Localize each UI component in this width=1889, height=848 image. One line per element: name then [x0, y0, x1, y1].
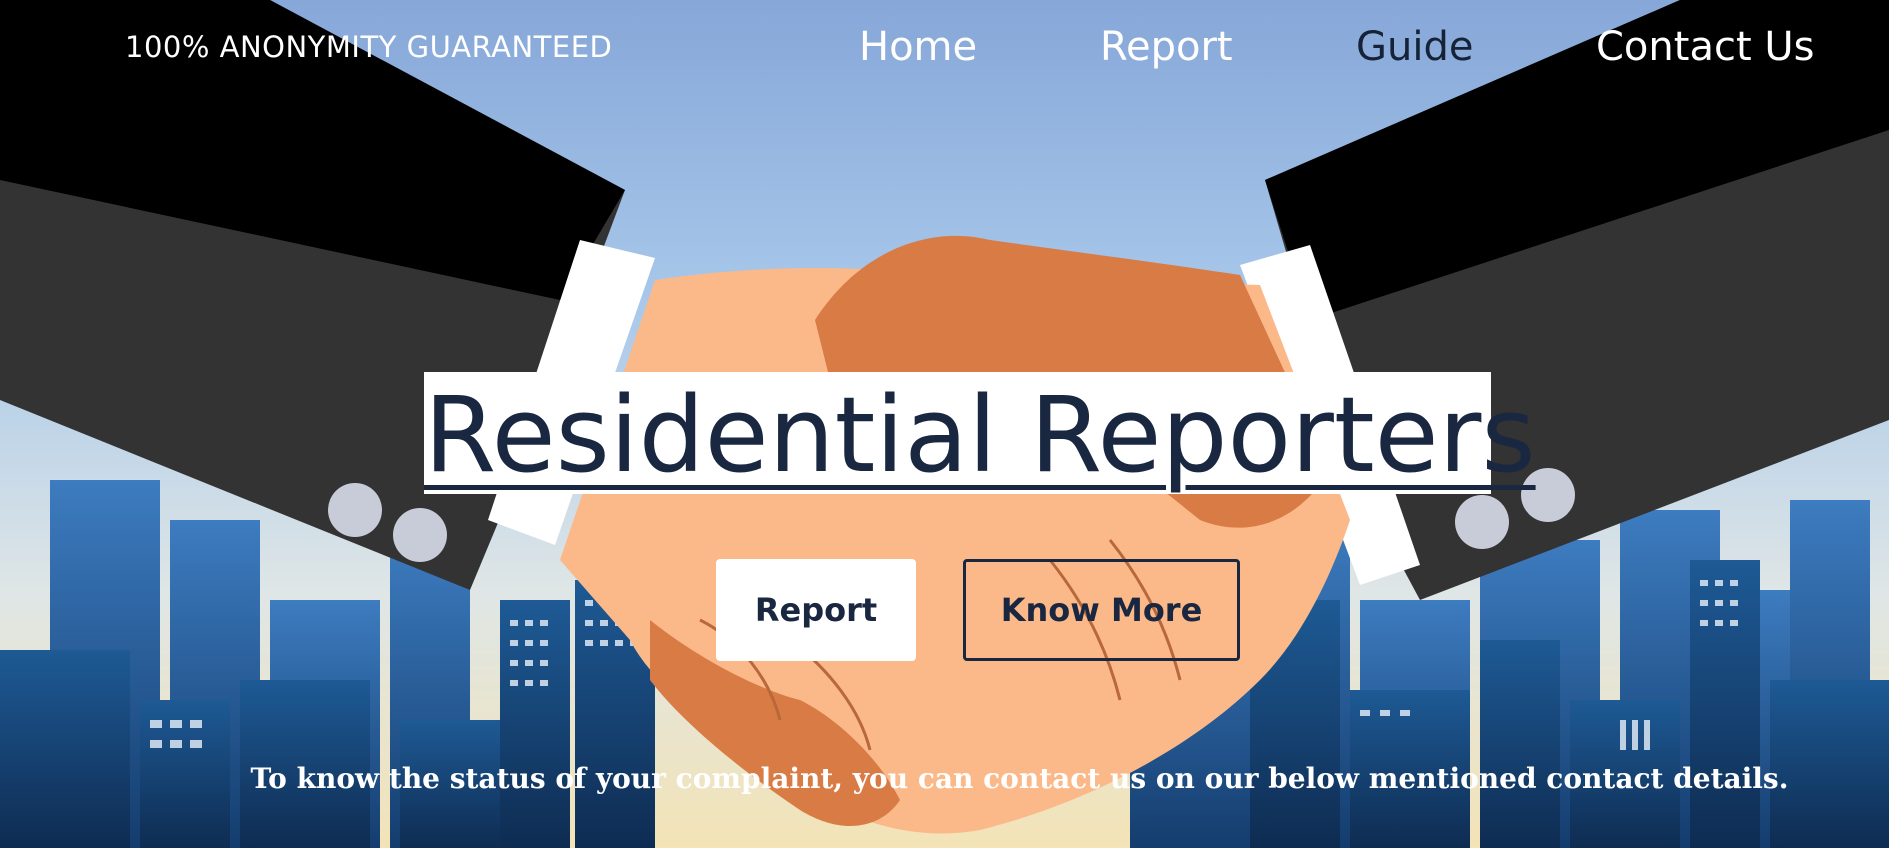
anonymity-tagline: 100% ANONYMITY GUARANTEED: [125, 30, 613, 64]
complaint-status-note: To know the status of your complaint, yo…: [250, 762, 1789, 795]
report-button[interactable]: Report: [716, 559, 916, 661]
page-title: Residential Reporters: [424, 374, 1536, 496]
nav-link-guide[interactable]: Guide: [1356, 24, 1473, 70]
nav-link-home[interactable]: Home: [859, 24, 977, 70]
know-more-button[interactable]: Know More: [963, 559, 1240, 661]
nav-link-report[interactable]: Report: [1100, 24, 1233, 70]
nav-link-contact-us[interactable]: Contact Us: [1596, 24, 1814, 70]
hero-section: 100% ANONYMITY GUARANTEED Home Report Gu…: [0, 0, 1889, 848]
